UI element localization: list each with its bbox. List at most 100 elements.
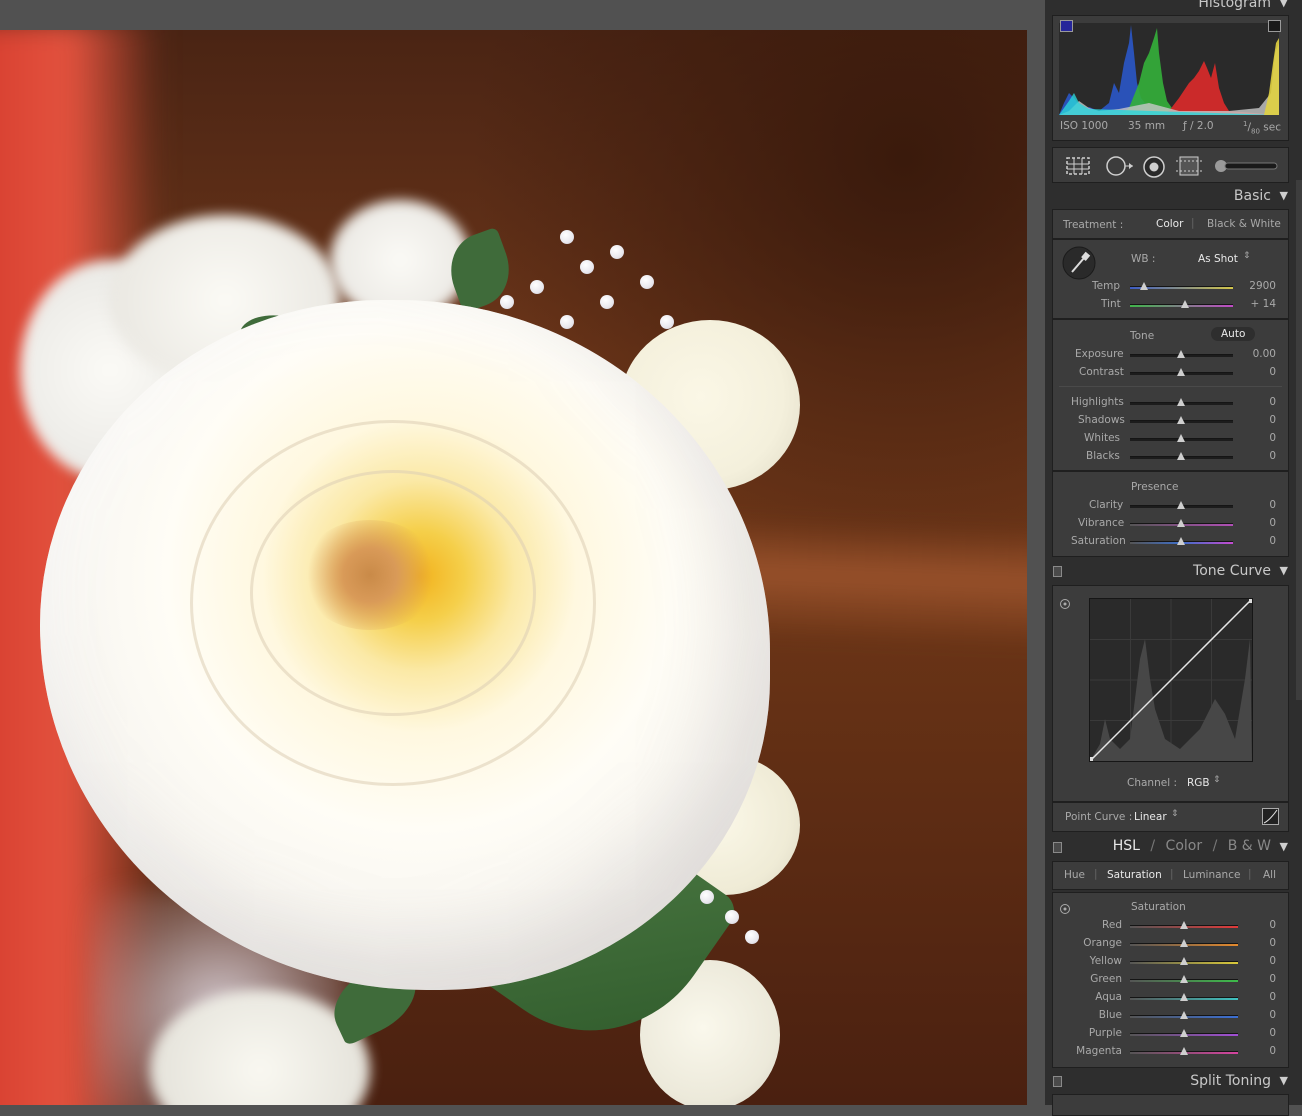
blacks-value[interactable]: 0 (1236, 450, 1276, 462)
hsl-red-slider-thumb[interactable] (1180, 921, 1188, 929)
panel-toggle-switch[interactable] (1053, 842, 1062, 853)
photo-canvas[interactable] (0, 30, 1027, 1105)
spot-removal-icon[interactable] (1105, 156, 1135, 176)
shutter-unit: sec (1259, 121, 1281, 134)
exposure-value[interactable]: 0.00 (1236, 348, 1276, 360)
hsl-saturation-section: Saturation Red 0 Orange 0 Yellow 0 Green 0 Aqua 0… (1052, 892, 1289, 1068)
clarity-slider-thumb[interactable] (1177, 501, 1185, 509)
hsl-header[interactable]: HSL / Color / B & W ▼ (1045, 835, 1297, 861)
hsl-orange-value[interactable]: 0 (1236, 937, 1276, 949)
exposure-slider-thumb[interactable] (1177, 350, 1185, 358)
histogram-graph (1059, 25, 1279, 115)
tool-strip (1052, 147, 1289, 183)
histogram-plot[interactable] (1059, 23, 1279, 115)
babys-breath (560, 230, 574, 244)
hsl-blue-slider-thumb[interactable] (1180, 1011, 1188, 1019)
collapse-triangle-icon[interactable]: ▼ (1280, 564, 1288, 577)
hsl-aqua-label: Aqua (1095, 991, 1122, 1003)
auto-tone-button[interactable]: Auto (1211, 327, 1256, 341)
channel-select[interactable]: RGB (1187, 777, 1210, 789)
wb-eyedropper-icon[interactable] (1062, 246, 1096, 280)
collapse-triangle-icon[interactable]: ▼ (1280, 0, 1288, 9)
temp-value[interactable]: 2900 (1236, 280, 1276, 292)
exposure-label: Exposure (1075, 348, 1124, 360)
hsl-tab-saturation[interactable]: Saturation (1107, 869, 1162, 881)
hsl-yellow-slider-thumb[interactable] (1180, 957, 1188, 965)
split-toning-title: Split Toning (1190, 1073, 1271, 1089)
iso-readout: ISO 1000 (1060, 120, 1109, 132)
channel-chevron-icon[interactable]: ⇕ (1213, 775, 1221, 785)
hsl-purple-slider-thumb[interactable] (1180, 1029, 1188, 1037)
tint-slider-thumb[interactable] (1181, 300, 1189, 308)
panel-toggle-switch[interactable] (1053, 566, 1062, 577)
tone-curve-graph[interactable] (1089, 598, 1253, 762)
hsl-tab-all[interactable]: All (1263, 869, 1276, 881)
tint-value[interactable]: + 14 (1236, 298, 1277, 310)
hsl-aqua-value[interactable]: 0 (1236, 991, 1276, 1003)
red-eye-icon[interactable] (1142, 156, 1166, 178)
tone-curve-header[interactable]: Tone Curve ▼ (1045, 559, 1297, 585)
contrast-slider-thumb[interactable] (1177, 368, 1185, 376)
saturation-label: Saturation (1071, 535, 1126, 547)
hsl-green-slider-thumb[interactable] (1180, 975, 1188, 983)
shadow-clipping-indicator[interactable] (1060, 20, 1073, 32)
basic-header[interactable]: Basic ▼ (1045, 184, 1297, 210)
panel-toggle-switch[interactable] (1053, 1076, 1062, 1087)
panel-scrollbar[interactable] (1296, 180, 1302, 700)
point-curve-chevron-icon[interactable]: ⇕ (1171, 809, 1179, 819)
hsl-tab-color[interactable]: Color (1166, 838, 1203, 854)
saturation-value[interactable]: 0 (1236, 535, 1276, 547)
shadows-slider-thumb[interactable] (1177, 416, 1185, 424)
hsl-yellow-value[interactable]: 0 (1236, 955, 1276, 967)
targeted-adjustment-icon[interactable] (1059, 903, 1071, 915)
hsl-magenta-value[interactable]: 0 (1236, 1045, 1276, 1057)
highlights-label: Highlights (1071, 396, 1124, 408)
clarity-value[interactable]: 0 (1236, 499, 1276, 511)
collapse-triangle-icon[interactable]: ▼ (1280, 189, 1288, 202)
treatment-color-button[interactable]: Color (1156, 218, 1183, 230)
wb-select[interactable]: As Shot (1198, 253, 1238, 265)
treatment-label: Treatment : (1063, 219, 1124, 231)
highlight-clipping-indicator[interactable] (1268, 20, 1281, 32)
crop-overlay-icon[interactable] (1065, 156, 1091, 176)
babys-breath (725, 910, 739, 924)
hsl-red-value[interactable]: 0 (1236, 919, 1276, 931)
hsl-aqua-slider-thumb[interactable] (1180, 993, 1188, 1001)
adjustment-brush-icon[interactable] (1213, 156, 1279, 176)
white-balance-section: WB : As Shot ⇕ Temp 2900 Tint + 14 (1052, 239, 1289, 319)
shutter-readout: 1/80 sec (1243, 120, 1281, 136)
shadows-value[interactable]: 0 (1236, 414, 1276, 426)
highlights-value[interactable]: 0 (1236, 396, 1276, 408)
focal-length-readout: 35 mm (1128, 120, 1166, 132)
hsl-green-value[interactable]: 0 (1236, 973, 1276, 985)
highlights-slider-thumb[interactable] (1177, 398, 1185, 406)
vibrance-value[interactable]: 0 (1236, 517, 1276, 529)
collapse-triangle-icon[interactable]: ▼ (1280, 1074, 1288, 1087)
vibrance-slider-thumb[interactable] (1177, 519, 1185, 527)
point-curve-select[interactable]: Linear (1134, 811, 1167, 823)
temp-slider-thumb[interactable] (1140, 282, 1148, 290)
wb-select-chevron-icon[interactable]: ⇕ (1243, 251, 1251, 261)
babys-breath (560, 315, 574, 329)
whites-slider-thumb[interactable] (1177, 434, 1185, 442)
contrast-value[interactable]: 0 (1236, 366, 1276, 378)
whites-value[interactable]: 0 (1236, 432, 1276, 444)
hsl-tab-hsl[interactable]: HSL (1113, 838, 1140, 854)
saturation-slider-thumb[interactable] (1177, 537, 1185, 545)
hsl-tab-bw[interactable]: B & W (1228, 838, 1271, 854)
hsl-magenta-slider-thumb[interactable] (1180, 1047, 1188, 1055)
babys-breath (660, 315, 674, 329)
point-curve-edit-icon[interactable] (1262, 808, 1279, 825)
hsl-tab-hue[interactable]: Hue (1064, 869, 1085, 881)
split-toning-header[interactable]: Split Toning ▼ (1045, 1069, 1297, 1095)
tone-curve-title: Tone Curve (1193, 563, 1271, 579)
collapse-triangle-icon[interactable]: ▼ (1280, 840, 1288, 853)
blacks-slider-thumb[interactable] (1177, 452, 1185, 460)
hsl-blue-value[interactable]: 0 (1236, 1009, 1276, 1021)
targeted-adjustment-icon[interactable] (1059, 598, 1071, 610)
hsl-tab-luminance[interactable]: Luminance (1183, 869, 1240, 881)
hsl-purple-value[interactable]: 0 (1236, 1027, 1276, 1039)
hsl-orange-slider-thumb[interactable] (1180, 939, 1188, 947)
graduated-filter-icon[interactable] (1175, 156, 1203, 176)
treatment-bw-button[interactable]: Black & White (1207, 218, 1281, 230)
